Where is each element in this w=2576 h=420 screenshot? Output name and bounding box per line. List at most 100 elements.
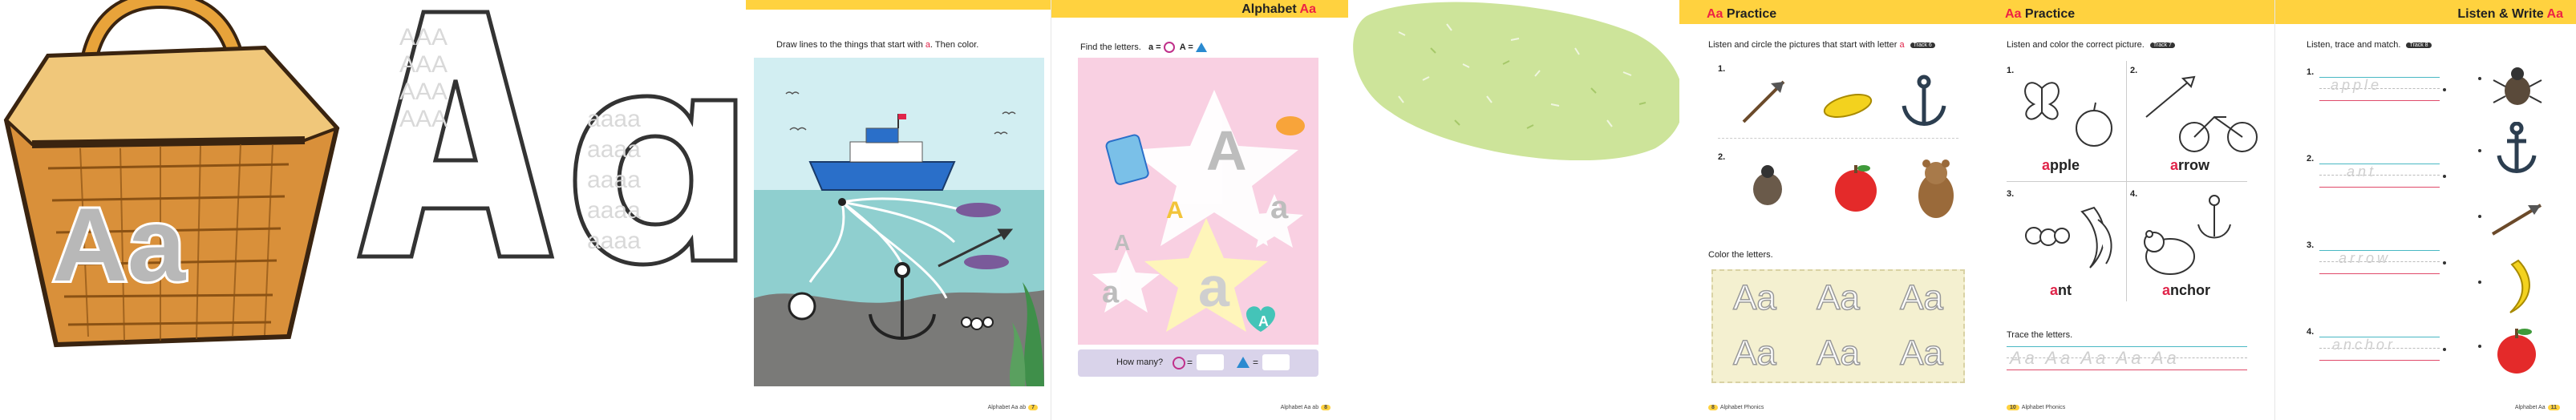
page-scene: Draw lines to the things that start with… bbox=[746, 0, 1051, 420]
ant-banana-drawing bbox=[2025, 206, 2112, 269]
row-number-2: 2. bbox=[1718, 152, 1726, 162]
anchor-picture bbox=[2497, 122, 2537, 173]
apple-picture bbox=[1835, 165, 1877, 212]
practice1-row-2 bbox=[1753, 160, 1954, 218]
trace-word[interactable]: apple bbox=[2331, 77, 2382, 94]
match-dot[interactable] bbox=[2478, 345, 2481, 348]
bug-picture bbox=[2493, 67, 2542, 105]
svg-text:A: A bbox=[1114, 230, 1130, 255]
how-many-eq-1: = bbox=[1187, 357, 1193, 368]
bug-picture bbox=[1753, 165, 1782, 205]
circle-shape-icon bbox=[1163, 42, 1175, 53]
outline-letter[interactable]: Aa bbox=[1713, 326, 1796, 382]
anchor-bear-drawing bbox=[2144, 195, 2231, 275]
item-number: 2. bbox=[2307, 154, 2315, 164]
color-letters-instruction: Color the letters. bbox=[1708, 250, 1773, 260]
trace-word[interactable]: arrow bbox=[2339, 250, 2391, 267]
match-dot[interactable] bbox=[2478, 149, 2481, 152]
basket-illustration: Aa bbox=[3, 0, 340, 348]
row-separator bbox=[1718, 138, 1958, 139]
item-number: 4. bbox=[2130, 189, 2138, 199]
item-number: 3. bbox=[2307, 240, 2315, 250]
big-uppercase-a: AAA AAA AAA AAA A bbox=[351, 0, 560, 273]
word-anchor: anchor bbox=[2162, 282, 2211, 298]
page-find-letters: Alphabet Aa Find the letters. a = A = A … bbox=[1051, 0, 1348, 420]
arrow-bike-drawing bbox=[2145, 75, 2258, 152]
outline-letter[interactable]: Aa bbox=[1880, 271, 1963, 326]
item-number: 1. bbox=[2307, 67, 2315, 77]
lowercase-pattern: aaaa aaaa aaaa aaaa aaaa bbox=[587, 106, 641, 254]
outline-letter[interactable]: Aa bbox=[1796, 271, 1880, 326]
find-folio: Alphabet Aa ab 8 bbox=[1281, 405, 1331, 410]
butterfly-apple-drawing bbox=[2024, 82, 2112, 147]
listen-instruction: Listen, trace and match. Track 8 bbox=[2307, 40, 2432, 50]
bear-picture bbox=[1918, 160, 1954, 218]
match-dot[interactable] bbox=[2478, 215, 2481, 218]
item-number: 4. bbox=[2307, 327, 2315, 337]
item-number: 3. bbox=[2007, 189, 2015, 199]
basket-letters: Aa bbox=[52, 186, 187, 303]
trace-word[interactable]: anchor bbox=[2332, 337, 2396, 353]
outline-letter[interactable]: Aa bbox=[1880, 326, 1963, 382]
banana-picture bbox=[2509, 259, 2530, 313]
fish-2 bbox=[964, 255, 1009, 269]
listen-folio: Alphabet Aa 11 bbox=[2515, 405, 2560, 410]
trace-word[interactable]: ant bbox=[2347, 164, 2376, 180]
color-letters-box: Aa Aa Aa Aa Aa Aa bbox=[1711, 269, 1965, 383]
svg-text:A: A bbox=[1166, 197, 1184, 224]
trace-guide bbox=[2319, 164, 2440, 188]
how-many-eq-2: = bbox=[1253, 357, 1259, 368]
ant-drawing bbox=[961, 317, 994, 330]
practice1-header-title: Aa Practice bbox=[1707, 7, 1777, 21]
fish-1 bbox=[956, 203, 1001, 217]
outline-letter[interactable]: Aa bbox=[1713, 271, 1796, 326]
scene-instruction: Draw lines to the things that start with… bbox=[776, 40, 979, 50]
svg-text:A: A bbox=[1258, 313, 1269, 329]
practice2-folio: 10 Alphabet Phonics bbox=[2007, 405, 2065, 410]
match-dot[interactable] bbox=[2443, 348, 2446, 351]
star-letter-field: A a a a A A A bbox=[1078, 58, 1318, 345]
cover-spread: Aa AAA AAA AAA AAA A aaa a aaa a aaa a aaa a… bbox=[0, 0, 738, 420]
page-practice-2: Aa Practice Listen and color the correct… bbox=[1978, 0, 2274, 420]
how-many-panel: How many? = = bbox=[1078, 349, 1318, 377]
match-dot[interactable] bbox=[2478, 77, 2481, 80]
triangle-shape-icon bbox=[1195, 42, 1207, 52]
page-listen-write: Listen & Write Aa Listen, trace and matc… bbox=[2274, 0, 2576, 420]
listen-header-title: Listen & Write Aa bbox=[2457, 7, 2563, 21]
arrow-picture bbox=[1742, 80, 1785, 123]
how-many-label: How many? bbox=[1116, 357, 1164, 367]
anchor-picture bbox=[1902, 75, 1946, 126]
trace-letters[interactable]: Aa Aa Aa Aa Aa bbox=[2010, 348, 2180, 369]
svg-text:a: a bbox=[1102, 276, 1120, 309]
find-header-title: Alphabet Aa bbox=[1241, 2, 1316, 16]
word-ant: ant bbox=[2050, 282, 2072, 298]
word-apple: apple bbox=[2042, 157, 2080, 173]
banana-picture bbox=[1823, 94, 1873, 118]
arrow-picture bbox=[2491, 204, 2542, 236]
track-badge: Track 8 bbox=[2406, 42, 2432, 48]
match-dot[interactable] bbox=[2443, 175, 2446, 178]
big-lowercase-a: aaaa aaaa aaaa aaaa aaaa a bbox=[571, 88, 739, 273]
page-practice-1: Aa Practice Listen and circle the pictur… bbox=[1679, 0, 1978, 420]
how-many-answer-circle[interactable] bbox=[1197, 354, 1224, 370]
item-number: 1. bbox=[2007, 66, 2015, 75]
match-dot[interactable] bbox=[2478, 281, 2481, 284]
green-confetti-blob bbox=[1353, 2, 1684, 160]
practice1-folio: 8 Alphabet Phonics bbox=[1708, 405, 1764, 410]
scene-folio: Alphabet Aa ab 7 bbox=[988, 405, 1038, 410]
trace-instruction: Trace the letters. bbox=[2007, 330, 2073, 340]
how-many-triangle-icon bbox=[1237, 357, 1250, 368]
item-number: 2. bbox=[2130, 66, 2138, 75]
match-dot[interactable] bbox=[2443, 261, 2446, 265]
practice1-row-1 bbox=[1742, 75, 1946, 126]
ocean-scene bbox=[754, 58, 1044, 386]
track-badge: Track 6 bbox=[1910, 42, 1935, 48]
practice2-header-title: Aa Practice bbox=[2005, 7, 2076, 21]
match-dot[interactable] bbox=[2443, 88, 2446, 91]
uppercase-pattern: AAA AAA AAA AAA bbox=[399, 24, 448, 132]
page-gutter bbox=[2274, 0, 2275, 420]
outline-letter[interactable]: Aa bbox=[1796, 326, 1880, 382]
how-many-circle-icon bbox=[1173, 357, 1185, 370]
how-many-answer-triangle[interactable] bbox=[1262, 354, 1290, 370]
word-arrow: arrow bbox=[2170, 157, 2210, 173]
